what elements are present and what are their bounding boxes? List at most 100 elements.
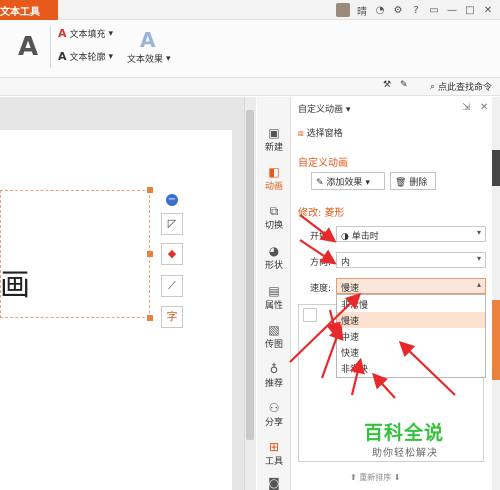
scrollbar-thumb[interactable] xyxy=(246,110,254,440)
sidebar-item-new[interactable]: ▣ 新建 xyxy=(257,126,291,153)
minimize-button[interactable]: — xyxy=(446,5,458,16)
speed-label: 速度: xyxy=(310,284,332,294)
speed-dropdown: 非常慢 慢速 中速 快速 非常快 xyxy=(336,294,486,378)
shape-style-icon[interactable]: ◸ xyxy=(161,213,183,235)
direction-select[interactable]: 内 ▾ xyxy=(336,252,486,268)
window-mode-icon[interactable]: ▭ xyxy=(428,5,440,16)
start-value: 单击时 xyxy=(351,232,379,242)
slide-text[interactable]: 画 xyxy=(0,260,30,304)
fill-icon[interactable]: ◆ xyxy=(161,243,183,265)
dock-icon[interactable]: ⇲ xyxy=(462,102,470,113)
watermark-title: 百科全说 xyxy=(364,422,445,444)
sidebar-item-label: 形状 xyxy=(264,261,283,271)
ribbon-divider xyxy=(50,26,51,68)
camera-icon: ◙ xyxy=(268,476,280,490)
new-icon: ▣ xyxy=(268,126,280,140)
mouse-icon: ◑ xyxy=(341,232,349,242)
sidebar-item-tools[interactable]: ⊞ 工具 xyxy=(257,440,291,467)
text-effect-label: 文本效果 xyxy=(127,55,164,65)
recommend-icon: ♁ xyxy=(269,362,279,376)
sidebar-item-properties[interactable]: ▤ 属性 xyxy=(257,284,291,311)
resize-handle[interactable] xyxy=(147,251,153,257)
sidebar-item-more[interactable]: ◙ xyxy=(257,476,291,490)
avatar[interactable] xyxy=(336,3,350,17)
move-down-icon[interactable]: ⬇ xyxy=(394,473,401,482)
sidebar-item-label: 推荐 xyxy=(264,379,283,389)
sidebar-item-label: 新建 xyxy=(264,143,283,153)
sidebar-item-label: 动画 xyxy=(264,182,283,192)
delete-label: 删除 xyxy=(409,178,428,188)
delete-button[interactable]: 🗑 删除 xyxy=(390,172,436,190)
speed-option[interactable]: 中速 xyxy=(337,328,485,344)
selection-pane-icon: ⧈ xyxy=(298,129,304,139)
weather-label[interactable]: 晴 xyxy=(356,3,368,18)
settings-icon[interactable]: ⚙ xyxy=(392,5,404,16)
pencil-icon: ✎ xyxy=(316,178,324,188)
search-icon: ⌕ xyxy=(429,81,435,92)
command-bar xyxy=(0,78,500,96)
add-effect-button[interactable]: ✎ 添加效果 ▾ xyxy=(311,172,385,190)
text-outline-label: 文本轮廓 xyxy=(69,53,106,63)
speed-select[interactable]: 慢速 ▴ xyxy=(336,278,486,294)
chevron-down-icon: ▾ xyxy=(476,254,481,263)
text-effect-button[interactable]: 文本效果 ▾ xyxy=(127,52,171,66)
speed-option[interactable]: 慢速 xyxy=(337,312,485,328)
skin-icon[interactable]: ◔ xyxy=(374,5,386,16)
text-style-preview-icon[interactable]: A xyxy=(8,26,48,68)
reorder-bar: ⬆ 重新排序 ⬇ xyxy=(350,472,401,483)
close-icon[interactable]: ✕ xyxy=(480,102,488,113)
grip-handle[interactable] xyxy=(492,150,500,186)
trash-icon: 🗑 xyxy=(395,178,407,188)
collapse-pane-tab[interactable] xyxy=(492,300,500,380)
chevron-down-icon: ▾ xyxy=(108,51,114,62)
text-fill-button[interactable]: A 文本填充 ▾ xyxy=(58,27,113,40)
chevron-down-icon: ▾ xyxy=(166,53,171,64)
transition-icon: ⧉ xyxy=(269,204,279,218)
text-tools-tab[interactable]: 文本工具 xyxy=(0,0,58,20)
sidebar-item-recommend[interactable]: ♁ 推荐 xyxy=(257,362,291,389)
pane-title-label: 自定义动画 xyxy=(298,105,344,115)
text-icon[interactable]: 字 xyxy=(161,306,183,328)
chevron-down-icon: ▾ xyxy=(108,28,114,39)
share-icon: ⚇ xyxy=(268,401,280,415)
sidebar-item-transition[interactable]: ⧉ 切换 xyxy=(257,204,291,231)
find-command-label: 点此查找命令 xyxy=(437,83,492,93)
speed-option[interactable]: 非常慢 xyxy=(337,296,485,312)
tools-icon: ⊞ xyxy=(268,440,280,454)
reorder-label: 重新排序 xyxy=(359,473,392,482)
speed-option[interactable]: 快速 xyxy=(337,344,485,360)
direction-label: 方向: xyxy=(310,258,332,268)
sidebar-item-shapes[interactable]: ◕ 形状 xyxy=(257,244,291,271)
text-outline-button[interactable]: A 文本轮廓 ▾ xyxy=(58,50,113,63)
start-label: 开始: xyxy=(310,232,332,242)
outline-icon[interactable]: ⟋ xyxy=(161,275,183,297)
resize-handle[interactable] xyxy=(147,187,153,193)
sidebar-item-label: 工具 xyxy=(264,457,283,467)
animation-icon: ◧ xyxy=(268,165,280,179)
add-effect-label: 添加效果 xyxy=(326,178,363,188)
maximize-button[interactable]: □ xyxy=(464,5,476,16)
pane-controls: ⇲ ✕ xyxy=(462,102,488,113)
selection-pane-label: 选择窗格 xyxy=(306,129,343,139)
sidebar-item-share[interactable]: ⚇ 分享 xyxy=(257,401,291,428)
window-controls: 晴 ◔ ⚙ ? ▭ — □ ✕ xyxy=(336,0,500,20)
help-icon[interactable]: ? xyxy=(410,5,422,16)
paint-icon[interactable]: ✎ xyxy=(400,80,408,90)
sidebar-item-label: 分享 xyxy=(264,418,283,428)
sidebar-item-label: 属性 xyxy=(264,301,283,311)
text-effect-icon[interactable]: A xyxy=(140,28,155,52)
sidebar-item-upload-image[interactable]: ▧ 传图 xyxy=(257,323,291,350)
resize-handle[interactable] xyxy=(147,315,153,321)
find-command-search[interactable]: ⌕ 点此查找命令 xyxy=(429,80,492,94)
selection-pane-link[interactable]: ⧈ 选择窗格 xyxy=(298,126,343,139)
speed-option[interactable]: 非常快 xyxy=(337,360,485,376)
collapse-icon[interactable]: − xyxy=(166,194,178,206)
move-up-icon[interactable]: ⬆ xyxy=(350,473,357,482)
start-select[interactable]: ◑ 单击时 ▾ xyxy=(336,226,486,242)
list-item-checkbox[interactable] xyxy=(303,308,317,322)
close-button[interactable]: ✕ xyxy=(482,5,494,16)
pane-title[interactable]: 自定义动画 ▾ xyxy=(298,102,350,115)
tool-icon[interactable]: ⚒ xyxy=(383,80,391,90)
chevron-up-icon: ▴ xyxy=(476,280,481,289)
sidebar-item-animation[interactable]: ◧ 动画 xyxy=(257,165,291,192)
